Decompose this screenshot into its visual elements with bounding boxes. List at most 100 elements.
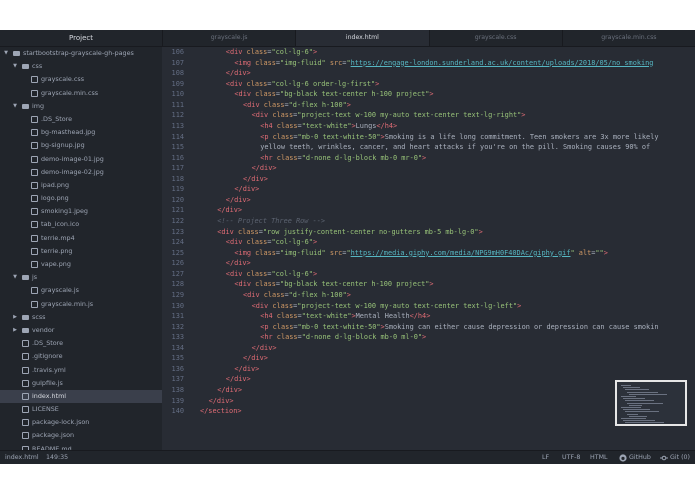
tree-file[interactable]: logo.png (0, 192, 162, 205)
tree-folder[interactable]: ▶ vendor (0, 324, 162, 337)
status-line-ending[interactable]: LF (542, 451, 549, 464)
tab-grayscale-js[interactable]: grayscale.js (162, 30, 295, 46)
code-line[interactable]: 118 </div> (162, 174, 695, 185)
line-number: 111 (171, 100, 184, 109)
code-line[interactable]: 117 </div> (162, 163, 695, 174)
tree-file[interactable]: .DS_Store (0, 337, 162, 350)
code-line[interactable]: 128 <div class="bg-black text-center h-10… (162, 279, 695, 290)
tree-file[interactable]: bg-signup.jpg (0, 139, 162, 152)
status-grammar[interactable]: HTML (590, 451, 608, 464)
minimap[interactable] (615, 380, 687, 426)
tree-file[interactable]: package-lock.json (0, 416, 162, 429)
status-file-name[interactable]: index.html (5, 451, 39, 464)
tree-folder[interactable]: ▼ js (0, 271, 162, 284)
chevron-right-icon[interactable]: ▶ (12, 311, 18, 324)
code-token: class (246, 269, 268, 278)
code-line[interactable]: 133 <hr class="d-none d-lg-block mb-0 ml-… (162, 332, 695, 343)
tree-file[interactable]: vape.png (0, 258, 162, 271)
tree-file[interactable]: demo-image-02.jpg (0, 166, 162, 179)
code-line[interactable]: 106 <div class="col-lg-6"> (162, 47, 695, 58)
chevron-right-icon[interactable]: ▶ (12, 324, 18, 337)
tree-file[interactable]: terrie.mp4 (0, 232, 162, 245)
status-cursor-position[interactable]: 149:35 (46, 451, 68, 464)
tree-item-label: bg-signup.jpg (41, 141, 85, 150)
code-text: </div> (217, 385, 242, 396)
code-token: class (246, 79, 268, 88)
tree-file[interactable]: grayscale.min.js (0, 298, 162, 311)
code-line[interactable]: 122 <!-- Project Three Row --> (162, 216, 695, 227)
code-line[interactable]: 131 <h4 class="text-white">Mental Health<… (162, 311, 695, 322)
tree-file[interactable]: ipad.png (0, 179, 162, 192)
line-number: 118 (171, 174, 184, 183)
file-icon (31, 89, 38, 97)
code-line[interactable]: 121 </div> (162, 205, 695, 216)
code-line[interactable]: 125 <img class="img-fluid" src="https://m… (162, 248, 695, 259)
code-line[interactable]: 124 <div class="col-lg-6"> (162, 237, 695, 248)
code-line[interactable]: 113 <h4 class="text-white">Lungs</h4> (162, 121, 695, 132)
code-line[interactable]: 123 <div class="row justify-content-cente… (162, 227, 695, 238)
code-line[interactable]: 136 </div> (162, 364, 695, 375)
code-line[interactable]: 116 <hr class="d-none d-lg-block mb-0 mr-… (162, 153, 695, 164)
chevron-down-icon[interactable]: ▼ (12, 271, 18, 284)
tab-grayscale-css[interactable]: grayscale.css (428, 30, 562, 46)
code-line[interactable]: 120 </div> (162, 195, 695, 206)
code-line[interactable]: 126 </div> (162, 258, 695, 269)
code-line[interactable]: 107 <img class="img-fluid" src="https://e… (162, 58, 695, 69)
tree-folder[interactable]: ▼ startbootstrap-grayscale-gh-pages (0, 47, 162, 60)
code-token: </div> (234, 364, 260, 373)
tree-file[interactable]: demo-image-01.jpg (0, 153, 162, 166)
code-text: <img class="img-fluid" src="https://enga… (234, 58, 653, 69)
code-line[interactable]: 112 <div class="project-text w-100 my-aut… (162, 110, 695, 121)
tree-file[interactable]: bg-masthead.jpg (0, 126, 162, 139)
tree-file[interactable]: package.json (0, 429, 162, 442)
code-line[interactable]: 110 <div class="bg-black text-center h-10… (162, 89, 695, 100)
tree-file[interactable]: grayscale.js (0, 284, 162, 297)
code-token: "col-lg-6" (271, 48, 313, 56)
tree-file[interactable]: index.html (0, 389, 162, 404)
tab-index-html[interactable]: index.html (295, 30, 429, 46)
code-line[interactable]: 111 <div class="d-flex h-100"> (162, 100, 695, 111)
code-line[interactable]: 115 yellow teeth, wrinkles, cancer, and h… (162, 142, 695, 153)
tree-file[interactable]: gulpfile.js (0, 377, 162, 390)
tree-folder[interactable]: ▼ css (0, 60, 162, 73)
code-line[interactable]: 109 <div class="col-lg-6 order-lg-first"> (162, 79, 695, 90)
tree-item-label: grayscale.css (41, 75, 85, 84)
tree-file[interactable]: smoking1.jpeg (0, 205, 162, 218)
tree-file[interactable]: LICENSE (0, 403, 162, 416)
tree-file[interactable]: grayscale.css (0, 73, 162, 86)
tree-file[interactable]: .gitignore (0, 350, 162, 363)
file-icon (31, 300, 38, 308)
status-github[interactable]: GitHub (629, 451, 651, 464)
tree-item-label: js (32, 273, 38, 282)
tree-folder[interactable]: ▶ scss (0, 311, 162, 324)
chevron-down-icon[interactable]: ▼ (3, 47, 9, 60)
code-line[interactable]: 135 </div> (162, 353, 695, 364)
code-line[interactable]: 127 <div class="col-lg-6"> (162, 269, 695, 280)
tree-file[interactable]: tab_icon.ico (0, 218, 162, 231)
chevron-down-icon[interactable]: ▼ (12, 60, 18, 73)
chevron-down-icon[interactable]: ▼ (12, 100, 18, 113)
line-number: 131 (171, 312, 184, 321)
tree-folder[interactable]: ▼ img (0, 100, 162, 113)
code-line[interactable]: 119 </div> (162, 184, 695, 195)
tree-file[interactable]: .travis.yml (0, 364, 162, 377)
code-line[interactable]: 129 <div class="d-flex h-100"> (162, 290, 695, 301)
code-line[interactable]: 132 <p class="mb-0 text-white-50">Smoking… (162, 322, 695, 333)
tree-file[interactable]: terrie.png (0, 245, 162, 258)
code-line[interactable]: 108 </div> (162, 68, 695, 79)
code-line[interactable]: 130 <div class="project-text w-100 my-aut… (162, 301, 695, 312)
tree-file[interactable]: .DS_Store (0, 113, 162, 126)
tab-grayscale-min-css[interactable]: grayscale.min.css (561, 30, 695, 46)
code-token[interactable]: https://media.giphy.com/media/NPG9mH0F40… (351, 249, 571, 257)
code-line[interactable]: 114 <p class="mb-0 text-white-50">Smoking… (162, 132, 695, 143)
minimap-line (627, 413, 638, 415)
code-line[interactable]: 134 </div> (162, 343, 695, 354)
file-icon (31, 181, 38, 189)
tree-file[interactable]: README.md (0, 443, 162, 450)
tree-item-label: scss (32, 312, 46, 321)
code-token[interactable]: https://engage-london.sunderland.ac.uk/c… (351, 59, 654, 67)
code-text: </div> (234, 184, 259, 195)
tree-file[interactable]: grayscale.min.css (0, 87, 162, 100)
status-git[interactable]: Git (0) (670, 451, 690, 464)
status-encoding[interactable]: UTF-8 (562, 451, 580, 464)
